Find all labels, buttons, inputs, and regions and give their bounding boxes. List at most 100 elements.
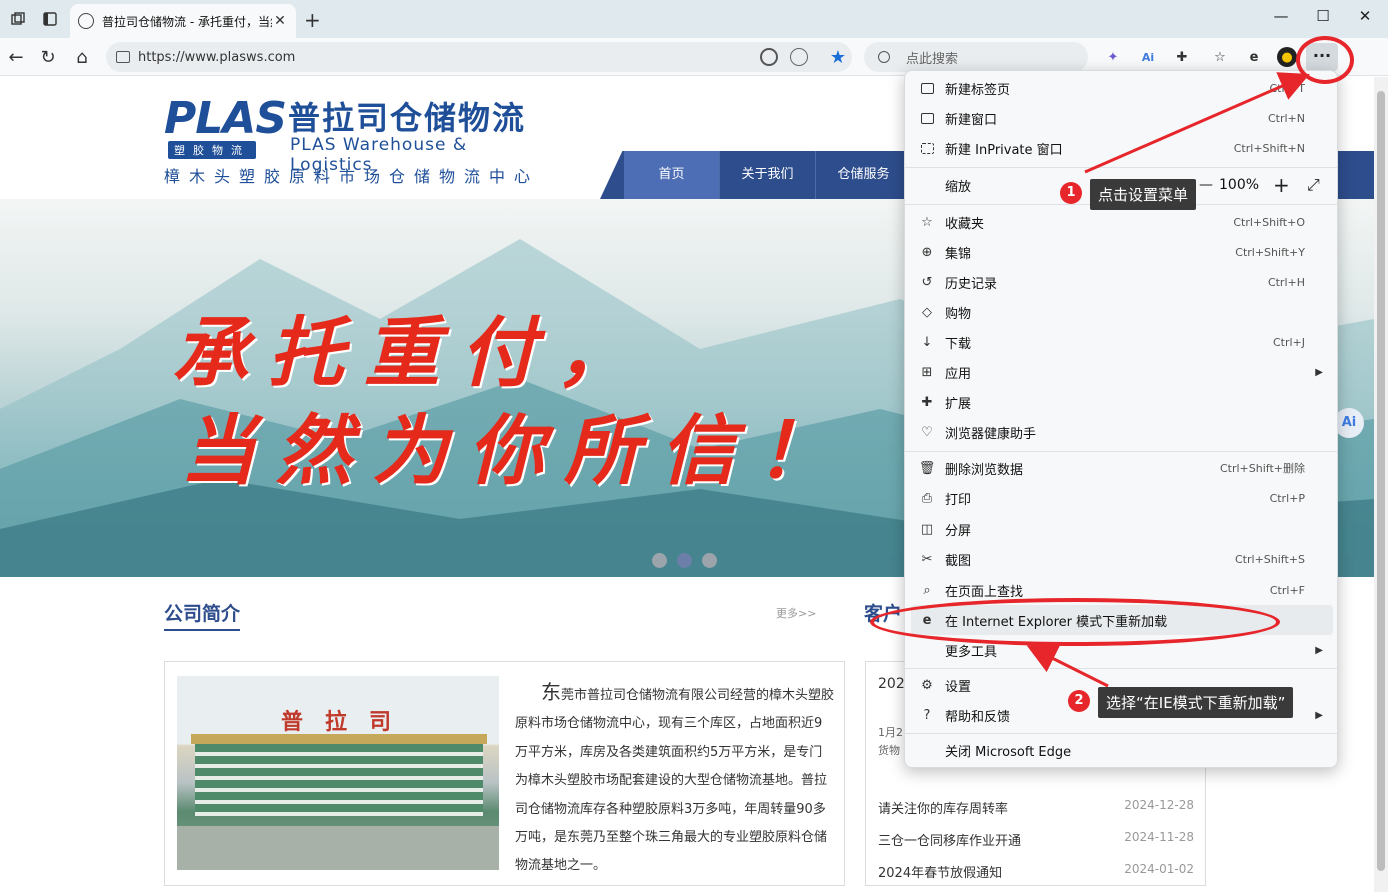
ai-floating-button[interactable]: Ai: [1334, 408, 1364, 438]
menu-item-history[interactable]: ↺ 历史记录 Ctrl+H: [911, 267, 1333, 297]
step-2-callout: 选择“在IE模式下重新加载”: [1098, 687, 1294, 718]
menu-item-health[interactable]: ♡ 浏览器健康助手: [911, 417, 1333, 447]
scrollbar-thumb[interactable]: [1377, 91, 1385, 871]
close-window-button[interactable]: ✕: [1350, 7, 1380, 25]
menu-shortcut: Ctrl+Shift+Y: [1235, 245, 1305, 259]
refresh-button[interactable]: ↻: [36, 45, 60, 69]
extension-icon-1[interactable]: ✦: [1103, 47, 1123, 67]
intro-text: 东莞市普拉司仓储物流有限公司经营的樟木头塑胶原料市场仓储物流中心，现有三个库区，…: [515, 678, 835, 881]
carousel-dot[interactable]: [677, 553, 692, 568]
ie-mode-icon[interactable]: [760, 48, 778, 66]
menu-item-close-edge[interactable]: 关闭 Microsoft Edge: [911, 735, 1333, 765]
menu-shortcut: Ctrl+J: [1272, 335, 1305, 349]
zoom-icon-spacer: [919, 177, 935, 193]
extensions-icon: ✚: [921, 394, 933, 410]
carousel-dot[interactable]: [702, 553, 717, 568]
favorite-star-icon[interactable]: ★: [828, 47, 848, 68]
vertical-tabs-icon[interactable]: [40, 9, 60, 29]
menu-item-shopping[interactable]: ◇ 购物: [911, 297, 1333, 327]
news-sub-2: 货物: [878, 744, 900, 757]
menu-shortcut: Ctrl+F: [1269, 583, 1305, 597]
news-date: 2024-01-02: [1124, 862, 1194, 876]
more-tools-icon-spacer: [919, 642, 935, 658]
menu-label: 在页面上查找: [945, 584, 1024, 600]
settings-icon: ⚙: [921, 677, 933, 693]
menu-label: 新建标签页: [945, 82, 1011, 98]
menu-item-collections[interactable]: ⊕ 集锦 Ctrl+Shift+Y: [911, 237, 1333, 267]
menu-item-split-screen[interactable]: ◫ 分屏: [911, 514, 1333, 544]
ie-toolbar-icon[interactable]: e: [1244, 47, 1264, 67]
screenshot-icon: ✂: [921, 551, 933, 567]
intro-first-char: 东: [541, 680, 561, 704]
page-scrollbar[interactable]: [1374, 77, 1388, 892]
print-icon: ⎙: [921, 490, 933, 506]
favorites-icon[interactable]: ☆: [1210, 47, 1230, 67]
menu-item-new-tab[interactable]: 新建标签页 Ctrl+T: [911, 73, 1333, 103]
intro-box: 普拉司 东莞市普拉司仓储物流有限公司经营的樟木头塑胶原料市场仓储物流中心，现有三…: [164, 661, 845, 886]
search-box[interactable]: 点此搜索: [864, 42, 1088, 72]
menu-shortcut: Ctrl+P: [1269, 491, 1305, 505]
menu-label: 收藏夹: [945, 216, 985, 232]
fullscreen-icon[interactable]: ⤢: [1307, 175, 1320, 195]
menu-item-downloads[interactable]: ↓ 下载 Ctrl+J: [911, 327, 1333, 357]
photo-ground: [177, 826, 499, 870]
nav-item-warehouse[interactable]: 仓储服务: [816, 151, 912, 199]
highlight-ring-menu-button: [1296, 36, 1354, 84]
section-title-intro: 公司简介: [164, 599, 241, 631]
menu-shortcut: Ctrl+Shift+O: [1233, 215, 1305, 229]
browser-tab[interactable]: 普拉司仓储物流 - 承托重付，当然 ✕: [70, 4, 296, 38]
maximize-button[interactable]: ☐: [1308, 7, 1338, 25]
carousel-dot[interactable]: [652, 553, 667, 568]
photo-building: [195, 744, 483, 816]
address-url: https://www.plasws.com: [138, 49, 296, 65]
submenu-arrow-icon: ▶: [1315, 644, 1323, 656]
news-item[interactable]: 2024年春节放假通知 2024-01-02: [878, 862, 1194, 881]
menu-label: 购物: [945, 306, 972, 322]
address-bar[interactable]: https://www.plasws.com: [106, 42, 852, 72]
apps-icon: ⊞: [921, 364, 933, 380]
menu-item-favorites[interactable]: ☆ 收藏夹 Ctrl+Shift+O: [911, 207, 1333, 237]
menu-item-inprivate[interactable]: 新建 InPrivate 窗口 Ctrl+Shift+N: [911, 133, 1333, 163]
download-icon: ↓: [921, 334, 933, 350]
tab-title: 普拉司仓储物流 - 承托重付，当然: [102, 14, 272, 29]
step-2-badge: 2: [1068, 690, 1090, 712]
menu-label: 下载: [945, 336, 972, 352]
menu-separator: [905, 451, 1337, 452]
ai-extension-icon[interactable]: Ai: [1138, 47, 1158, 67]
delete-icon: 🗑: [918, 460, 936, 476]
menu-item-extensions[interactable]: ✚ 扩展: [911, 387, 1333, 417]
menu-item-clear-data[interactable]: 🗑 删除浏览数据 Ctrl+Shift+删除: [911, 453, 1333, 483]
menu-label: 扩展: [945, 396, 972, 412]
step-1-badge: 1: [1060, 182, 1082, 204]
menu-label: 打印: [945, 492, 972, 508]
menu-shortcut: Ctrl+Shift+删除: [1219, 462, 1305, 475]
minimize-button[interactable]: —: [1266, 7, 1296, 25]
workspaces-icon[interactable]: [8, 9, 28, 29]
menu-item-print[interactable]: ⎙ 打印 Ctrl+P: [911, 483, 1333, 513]
intro-more-link[interactable]: 更多>>: [776, 605, 816, 621]
extensions-puzzle-icon[interactable]: ✚: [1172, 47, 1192, 67]
logo-cn: 普拉司仓储物流: [288, 99, 527, 137]
new-tab-button[interactable]: +: [304, 8, 321, 32]
menu-shortcut: Ctrl+N: [1267, 111, 1305, 125]
nav-item-home[interactable]: 首页: [624, 151, 720, 199]
home-button[interactable]: ⌂: [70, 45, 94, 69]
news-date: 2024-12-28: [1124, 798, 1194, 812]
more-options-icon[interactable]: [790, 48, 808, 66]
news-item[interactable]: 请关注你的库存周转率 2024-12-28: [878, 798, 1194, 817]
menu-item-new-window[interactable]: 新建窗口 Ctrl+N: [911, 103, 1333, 133]
logo-slogan: 樟木头塑胶原料市场仓储物流中心: [164, 167, 540, 186]
site-logo[interactable]: PLAS 塑胶物流 普拉司仓储物流 PLAS Warehouse & Logis…: [164, 91, 554, 186]
menu-item-screenshot[interactable]: ✂ 截图 Ctrl+Shift+S: [911, 544, 1333, 574]
nav-item-about[interactable]: 关于我们: [720, 151, 816, 199]
news-item[interactable]: 三仓一仓同移库作业开通 2024-11-28: [878, 830, 1194, 849]
menu-label: 集锦: [945, 246, 972, 262]
zoom-out-button[interactable]: —: [1199, 177, 1213, 193]
tab-close-icon[interactable]: ✕: [272, 13, 288, 29]
zoom-in-button[interactable]: +: [1273, 170, 1290, 200]
logo-sub: 塑胶物流: [168, 141, 256, 159]
profile-avatar[interactable]: ●: [1277, 47, 1297, 67]
health-icon: ♡: [921, 424, 933, 440]
back-button[interactable]: ←: [4, 45, 28, 69]
menu-item-apps[interactable]: ⊞ 应用 ▶: [911, 357, 1333, 387]
